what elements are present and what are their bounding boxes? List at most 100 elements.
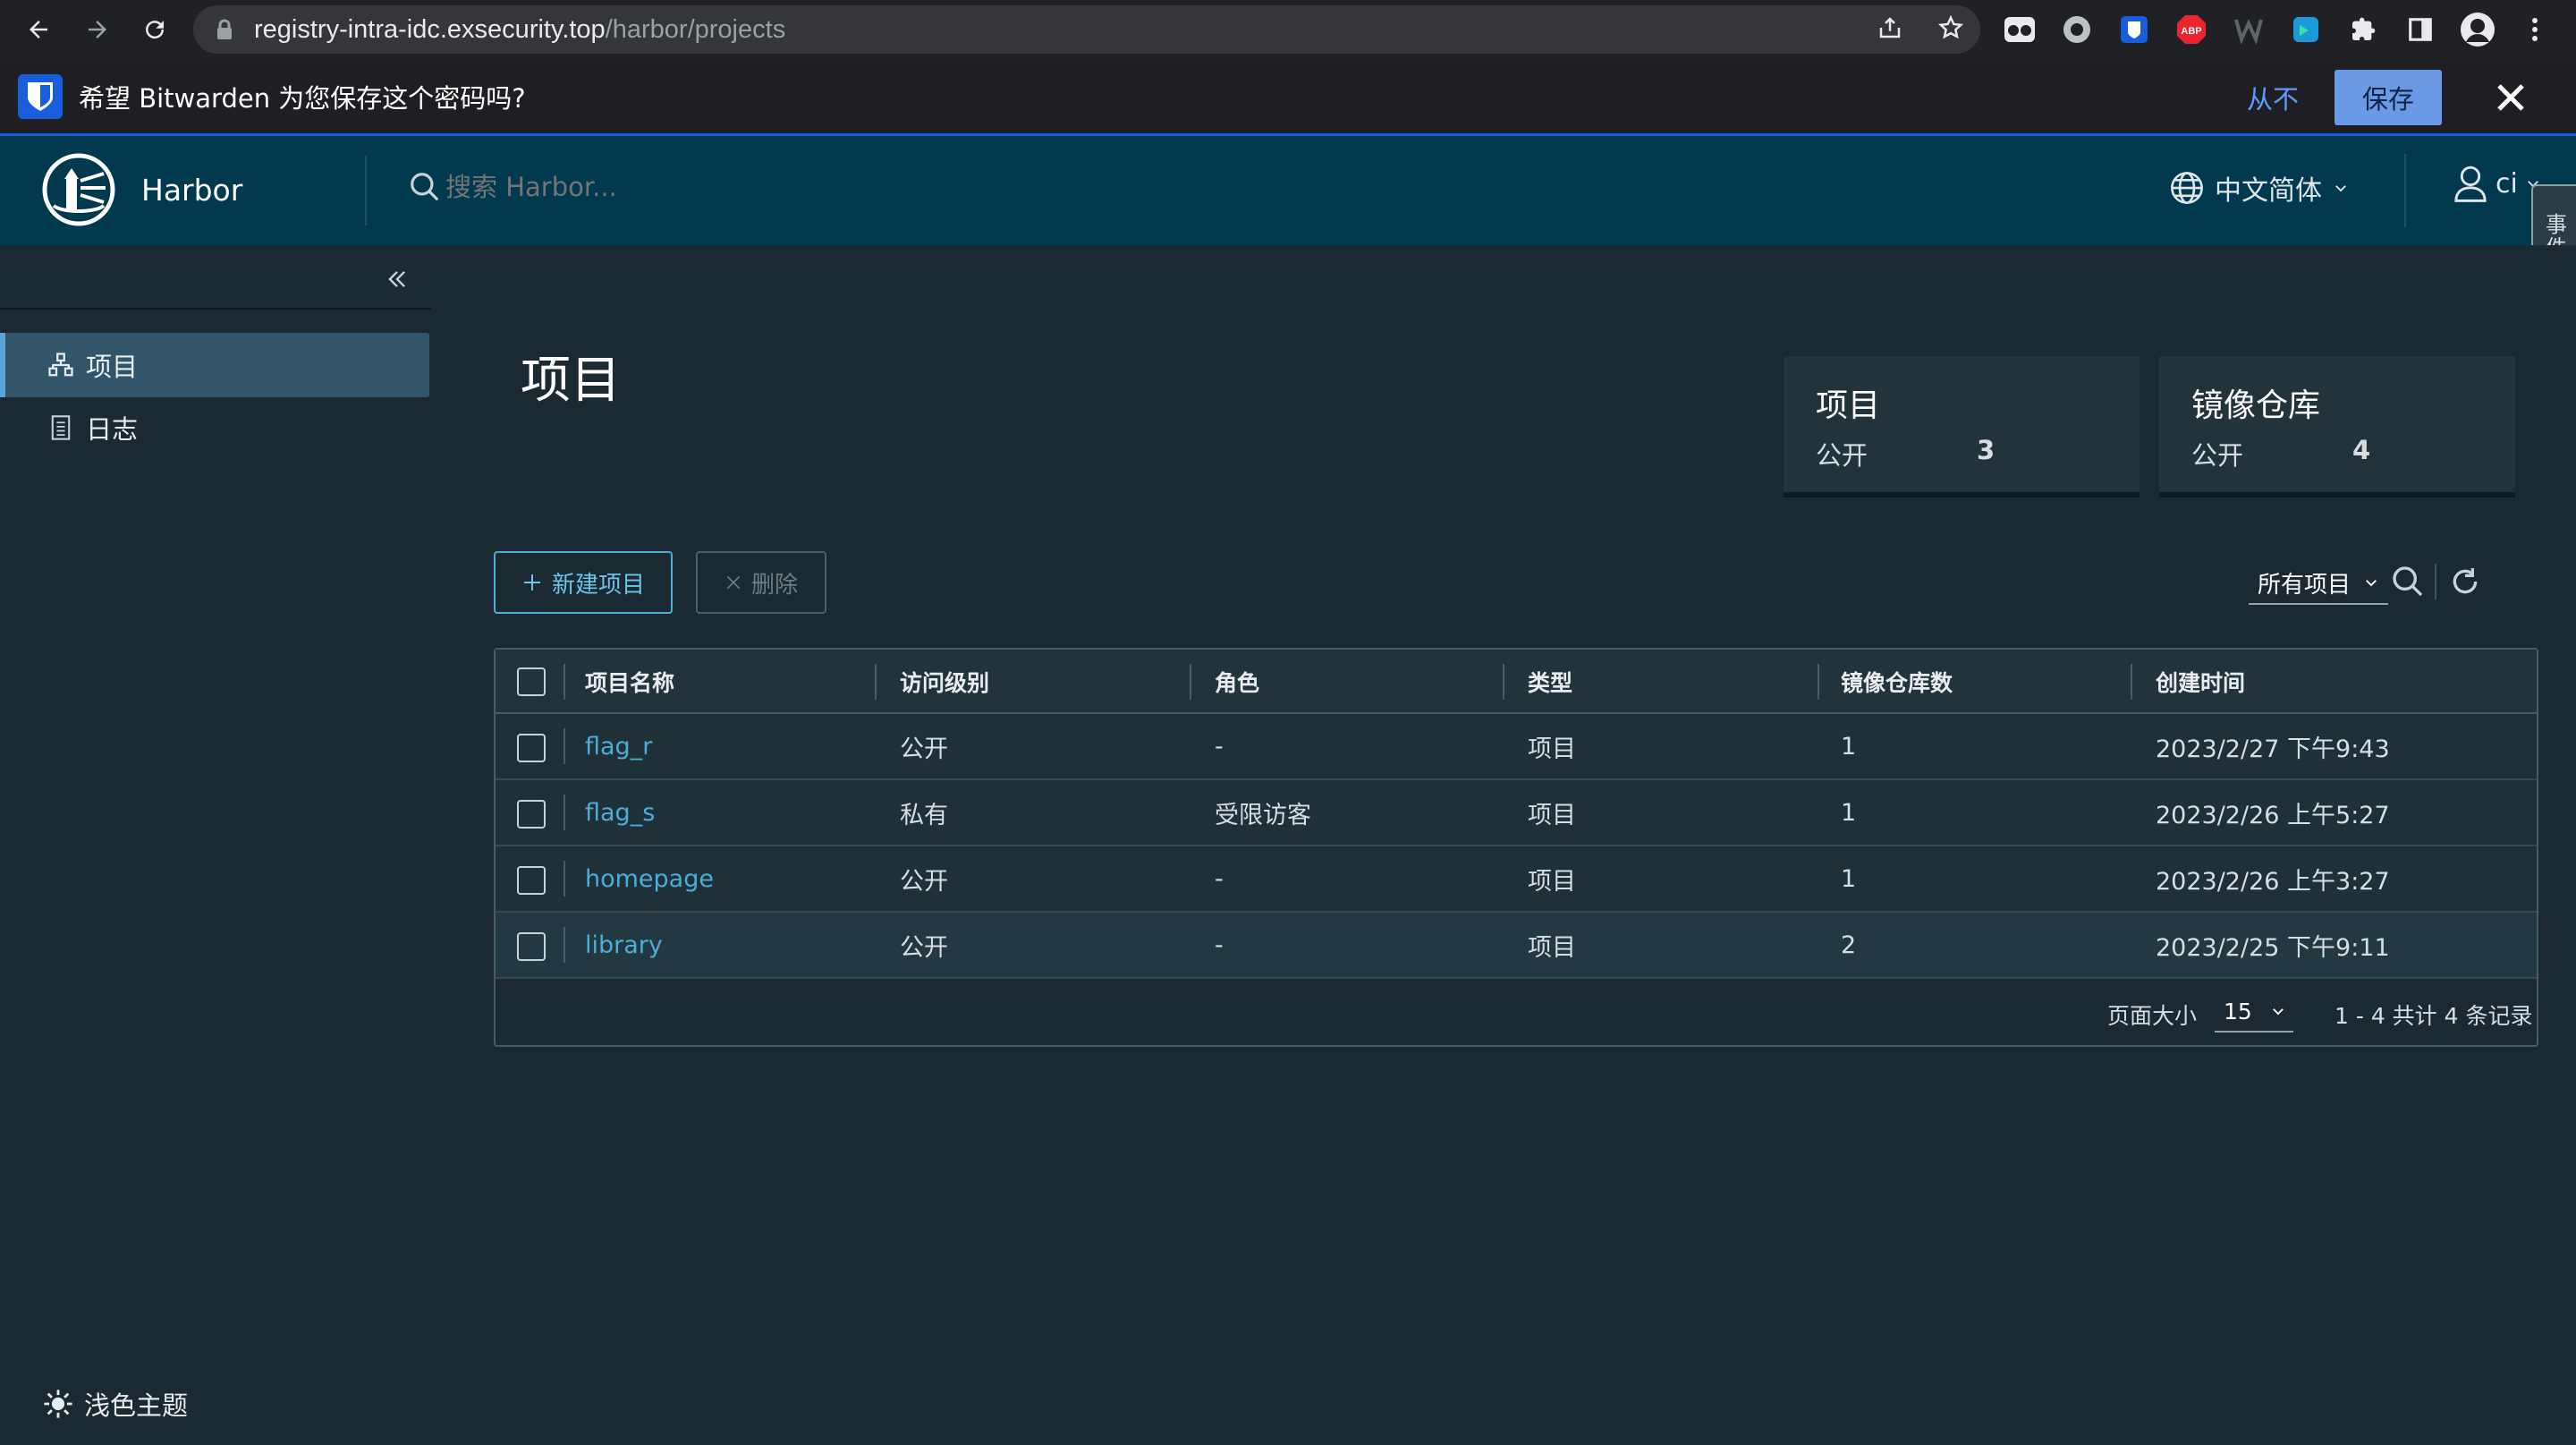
page-size-select[interactable]: 15 [2215,991,2293,1033]
column-header-role[interactable]: 角色 [1215,650,1259,714]
select-all-checkbox[interactable] [517,667,546,696]
address-bar[interactable]: registry-intra-idc.exsecurity.top/harbor… [193,5,1980,54]
extension-glasses-icon[interactable] [2000,10,2039,49]
browser-menu-icon[interactable] [2515,10,2555,49]
column-header-repo-count[interactable]: 镜像仓库数 [1841,650,1953,714]
sidebar-item-label: 日志 [86,414,139,445]
type: 项目 [1528,801,1576,829]
global-search[interactable] [408,170,803,204]
sun-icon [44,1390,72,1418]
reload-icon[interactable] [129,4,181,55]
save-password-button[interactable]: 保存 [2334,70,2442,125]
access-level: 私有 [900,801,948,829]
refresh-icon[interactable] [2447,564,2483,599]
side-panel-icon[interactable] [2401,10,2440,49]
active-indicator [0,333,5,397]
sidebar-item-logs[interactable]: 日志 [4,395,429,460]
translate-extension-icon[interactable] [2286,10,2326,49]
share-icon[interactable] [1877,14,1903,45]
type: 项目 [1528,867,1576,896]
search-icon[interactable] [2390,564,2426,599]
chevron-down-icon [2272,1008,2284,1016]
bitwarden-extension-icon[interactable] [2114,10,2154,49]
repo-count: 1 [1841,864,1857,893]
log-icon [47,413,75,442]
column-header-access[interactable]: 访问级别 [900,650,989,714]
column-header-created[interactable]: 创建时间 [2156,650,2245,714]
role: - [1215,931,1224,959]
stat-value: 3 [1977,435,1996,465]
project-name-link[interactable]: flag_s [585,780,655,845]
repo-count: 2 [1841,931,1857,959]
extension-circle-icon[interactable] [2057,10,2097,49]
search-icon [411,173,439,201]
projects-icon [47,351,75,379]
access-level: 公开 [900,735,948,763]
browser-toolbar: registry-intra-idc.exsecurity.top/harbor… [0,0,2576,59]
column-divider [564,664,565,700]
sidebar-item-label: 项目 [86,352,139,382]
column-divider [564,927,565,963]
page-title: 项目 [521,352,621,410]
bitwarden-save-prompt: 希望 Bitwarden 为您保存这个密码吗? 从不 保存 [0,59,2576,136]
brand[interactable]: Harbor [41,152,242,227]
stat-label: 公开 [2191,440,2244,471]
adblock-plus-icon[interactable]: ABP [2172,10,2211,49]
stat-card-repositories: 镜像仓库 公开 4 [2159,356,2515,496]
stat-label: 公开 [1816,440,1868,471]
theme-toggle-label: 浅色主题 [84,1390,189,1421]
header-divider [2404,154,2406,227]
back-icon[interactable] [13,4,64,55]
extension-w-icon[interactable] [2229,10,2268,49]
username: ci [2496,167,2518,200]
page-size-label: 页面大小 [2107,1003,2198,1029]
close-icon [726,575,741,590]
user-icon [2454,166,2487,202]
search-input[interactable] [445,172,803,202]
sidebar-item-projects[interactable]: 项目 [4,333,429,397]
plus-icon [523,574,540,591]
column-divider [564,861,565,897]
stat-title: 项目 [1816,387,1881,424]
row-checkbox[interactable] [517,932,546,961]
stat-value: 4 [2352,435,2371,465]
delete-button[interactable]: 删除 [696,551,826,614]
new-project-label: 新建项目 [551,571,645,599]
language-selector[interactable]: 中文简体 [2168,168,2349,208]
svg-text:ABP: ABP [2181,26,2201,37]
new-project-button[interactable]: 新建项目 [494,551,673,614]
project-name-link[interactable]: flag_r [585,714,652,778]
forward-icon[interactable] [72,4,123,55]
projects-table: 项目名称 访问级别 角色 类型 镜像仓库数 创建时间 flag_r 公开 - 项… [494,648,2538,1047]
row-checkbox[interactable] [517,866,546,895]
toolbar-divider [2435,564,2436,599]
bitwarden-prompt-text: 希望 Bitwarden 为您保存这个密码吗? [79,82,526,114]
extensions-puzzle-icon[interactable] [2343,10,2383,49]
profile-avatar-icon[interactable] [2458,10,2497,49]
stat-card-projects: 项目 公开 3 [1784,356,2140,496]
bookmark-star-icon[interactable] [1937,14,1964,45]
column-header-name[interactable]: 项目名称 [585,650,674,714]
column-divider [1190,664,1191,700]
project-name-link[interactable]: library [585,913,663,977]
theme-toggle[interactable]: 浅色主题 [43,1385,188,1423]
role: - [1215,864,1224,893]
row-checkbox[interactable] [517,800,546,829]
column-divider [564,795,565,830]
never-save-link[interactable]: 从不 [2247,79,2299,116]
table-row: homepage 公开 - 项目 1 2023/2/26 上午3:27 [496,846,2537,913]
column-divider [564,728,565,764]
filter-label: 所有项目 [2258,571,2351,599]
creation-time: 2023/2/25 下午9:11 [2156,933,2390,962]
project-name-link[interactable]: homepage [585,846,714,911]
user-menu[interactable]: ci [2453,165,2541,202]
chevron-down-icon [2366,580,2377,587]
row-checkbox[interactable] [517,734,546,762]
project-filter-select[interactable]: 所有项目 [2249,562,2388,605]
collapse-sidebar-icon[interactable] [381,263,413,295]
page-size-value: 15 [2224,998,2252,1024]
column-header-type[interactable]: 类型 [1528,650,1572,714]
harbor-logo-icon [42,153,115,226]
creation-time: 2023/2/27 下午9:43 [2156,735,2390,763]
close-icon[interactable] [2483,70,2538,125]
